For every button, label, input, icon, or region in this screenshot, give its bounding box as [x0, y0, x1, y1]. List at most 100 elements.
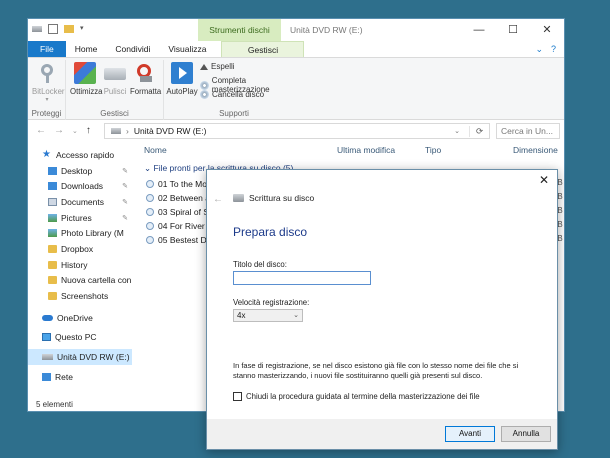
overwrite-info-text: In fase di registrazione, se nel disco e… — [233, 361, 519, 380]
tab-manage[interactable]: Gestisci — [221, 41, 305, 57]
forward-arrow-icon[interactable]: → — [54, 125, 64, 138]
cleanup-button[interactable]: Pulisci — [102, 62, 128, 96]
disc-title-input[interactable] — [233, 271, 371, 285]
breadcrumb-separator-icon: › — [126, 126, 129, 136]
disc-title-label: Titolo del disco: — [233, 260, 287, 269]
help-icon[interactable]: ? — [551, 41, 556, 57]
eject-button[interactable]: Espelli — [200, 62, 235, 71]
address-bar-row: ← → ⌄ ↑ › Unità DVD RW (E:) ⌄ ⟳ Cerca in… — [28, 121, 564, 141]
maximize-button[interactable]: ☐ — [496, 19, 530, 41]
back-arrow-icon[interactable]: ← — [213, 194, 223, 205]
burn-icon — [200, 80, 209, 90]
pin-icon[interactable]: ✎ — [122, 214, 128, 222]
window-title: Unità DVD RW (E:) — [290, 25, 363, 35]
audio-file-icon — [146, 221, 154, 230]
pin-icon[interactable]: ✎ — [122, 182, 128, 190]
list-item[interactable]: 04 For River - — [146, 219, 210, 232]
list-item[interactable]: 02 Between a — [146, 191, 210, 204]
next-button[interactable]: Avanti — [445, 426, 495, 442]
quick-access-toolbar: ▾ — [32, 24, 86, 34]
item-count: 5 elementi — [36, 400, 73, 409]
column-modified[interactable]: Ultima modifica — [337, 141, 395, 159]
group-manage: Ottimizza Pulisci Formatta Gestisci — [66, 60, 164, 120]
cancel-button[interactable]: Annulla — [501, 426, 551, 442]
desktop-icon — [48, 166, 57, 175]
wizard-footer: Avanti Annulla — [207, 419, 557, 449]
cleanup-icon — [104, 68, 126, 80]
nav-item-history[interactable]: History — [28, 257, 132, 273]
list-item[interactable]: 03 Spiral of Se — [146, 205, 214, 218]
refresh-icon[interactable]: ⟳ — [469, 125, 489, 137]
close-wizard-checkbox[interactable] — [233, 392, 242, 401]
search-input[interactable]: Cerca in Un... — [496, 123, 560, 139]
ribbon-tabs: File Home Condividi Visualizza Gestisci … — [28, 41, 564, 58]
column-type[interactable]: Tipo — [425, 141, 441, 159]
pin-icon[interactable]: ✎ — [122, 198, 128, 206]
tab-share[interactable]: Condividi — [106, 41, 159, 57]
audio-file-icon — [146, 235, 154, 244]
optimize-icon — [74, 62, 96, 84]
star-icon: ★ — [42, 148, 51, 160]
nav-item-dropbox[interactable]: Dropbox — [28, 241, 132, 257]
up-arrow-icon[interactable]: ↑ — [86, 125, 91, 138]
tab-home[interactable]: Home — [66, 41, 107, 57]
autoplay-icon — [171, 62, 193, 84]
nav-item-pictures[interactable]: Pictures ✎ — [28, 210, 132, 226]
format-button[interactable]: Formatta — [130, 62, 161, 96]
download-icon — [48, 182, 57, 191]
documents-icon — [48, 197, 57, 206]
breadcrumb-current[interactable]: Unità DVD RW (E:) — [134, 126, 207, 136]
properties-icon[interactable] — [48, 24, 58, 34]
chevron-down-icon[interactable]: ▾ — [80, 24, 86, 34]
wizard-title: Prepara disco — [233, 225, 308, 239]
close-wizard-option[interactable]: Chiudi la procedura guidata al termine d… — [233, 392, 480, 401]
nav-item-photo-library[interactable]: Photo Library (M — [28, 225, 132, 241]
tab-file[interactable]: File — [28, 41, 66, 57]
title-bar: ▾ Strumenti dischi Unità DVD RW (E:) — ☐… — [28, 19, 564, 41]
group-protect: BitLocker ▾ Proteggi — [28, 60, 66, 120]
navigation-pane: ★ Accesso rapido Desktop ✎ Downloads ✎ Doc… — [28, 147, 132, 401]
column-name[interactable]: Nome — [144, 141, 167, 159]
nav-network[interactable]: Rete — [28, 369, 132, 385]
nav-item-documents[interactable]: Documents ✎ — [28, 194, 132, 210]
group-label-manage: Gestisci — [100, 109, 129, 118]
nav-item-desktop[interactable]: Desktop ✎ — [28, 163, 132, 179]
nav-quick-access[interactable]: ★ Accesso rapido — [28, 147, 132, 163]
nav-item-downloads[interactable]: Downloads ✎ — [28, 178, 132, 194]
folder-icon — [48, 260, 57, 269]
format-icon — [134, 62, 156, 84]
list-item[interactable]: 01 To the Mod — [146, 177, 212, 190]
computer-icon — [42, 333, 51, 342]
network-icon — [42, 372, 51, 381]
context-tab-header: Strumenti dischi — [198, 19, 281, 41]
close-icon[interactable]: ✕ — [539, 173, 549, 187]
nav-item-new-folder[interactable]: Nuova cartella con e — [28, 273, 132, 289]
nav-item-screenshots[interactable]: Screenshots — [28, 288, 132, 304]
autoplay-button[interactable]: AutoPlay — [166, 62, 198, 96]
recent-chevron-icon[interactable]: ⌄ — [72, 125, 78, 138]
chevron-down-icon[interactable]: ⌄ — [535, 41, 543, 57]
nav-dvd-drive[interactable]: Unità DVD RW (E:) — [28, 349, 132, 365]
address-dropdown-icon[interactable]: ⌄ — [454, 127, 460, 135]
pin-icon[interactable]: ✎ — [122, 167, 128, 175]
tab-view[interactable]: Visualizza — [159, 41, 215, 57]
minimize-button[interactable]: — — [462, 19, 496, 41]
group-label-media: Supporti — [219, 109, 249, 118]
folder-icon[interactable] — [64, 25, 74, 33]
optimize-button[interactable]: Ottimizza — [70, 62, 103, 96]
group-label-protect: Proteggi — [31, 109, 62, 118]
speed-select[interactable]: 4x ⌄ — [233, 309, 303, 322]
close-button[interactable]: ✕ — [530, 19, 564, 41]
back-arrow-icon[interactable]: ← — [36, 125, 46, 138]
address-field[interactable]: › Unità DVD RW (E:) ⌄ ⟳ — [104, 123, 490, 139]
nav-this-pc[interactable]: Questo PC — [28, 330, 132, 346]
bitlocker-button[interactable]: BitLocker ▾ — [32, 62, 65, 103]
column-size[interactable]: Dimensione — [513, 141, 558, 159]
drive-icon — [233, 194, 244, 202]
erase-disc-button[interactable]: Cancella disco — [200, 90, 264, 99]
folder-icon — [48, 276, 57, 285]
column-headers: Nome Ultima modifica Tipo Dimensione — [132, 141, 564, 159]
burn-disc-wizard: ✕ ← Scrittura su disco Prepara disco Tit… — [206, 169, 558, 450]
cloud-icon — [42, 314, 53, 321]
nav-onedrive[interactable]: OneDrive — [28, 310, 132, 326]
